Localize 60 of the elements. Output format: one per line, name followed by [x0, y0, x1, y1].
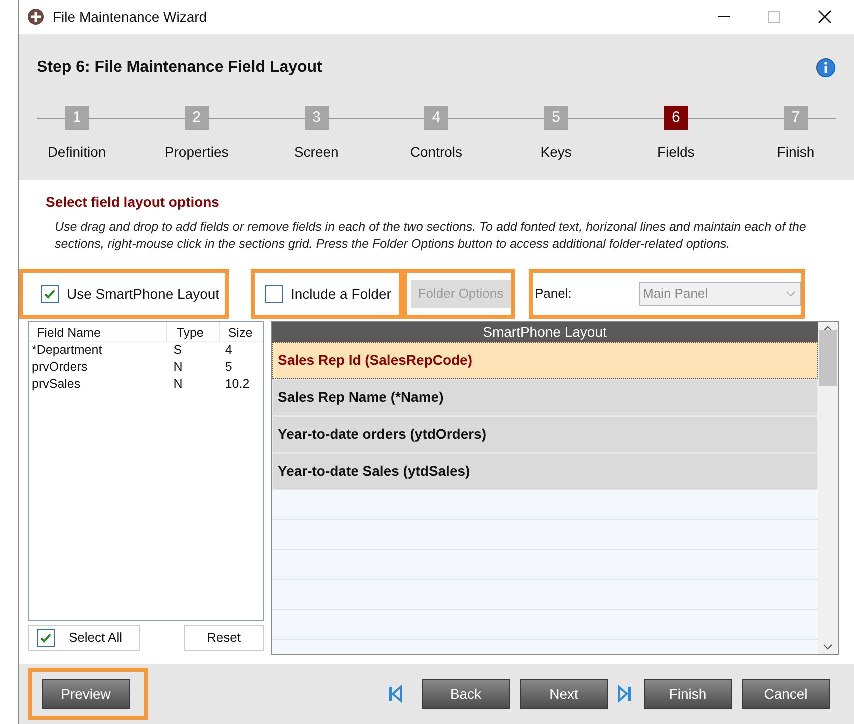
layout-row[interactable]: Sales Rep Id (SalesRepCode) [272, 342, 818, 379]
table-cell-text: *Department [31, 342, 104, 359]
step-number: 2 [184, 106, 209, 130]
column-header[interactable]: Field Name [29, 322, 166, 341]
scroll-down-icon[interactable] [823, 644, 833, 650]
step-title: Step 6: File Maintenance Field Layout [37, 58, 322, 78]
step-number: 4 [424, 106, 448, 130]
section-description: Use drag and drop to add fields or remove fields in each of the two sections. To add fonted text, horizonal lines and maintain each of the sections, right-mouse click in the sections grid. Press the Folder Options button to access additional folder-related options. [55, 219, 808, 253]
scroll-up-icon[interactable] [823, 326, 833, 332]
step-number: 1 [65, 106, 89, 130]
step-label: Controls [410, 143, 463, 162]
grid-title: SmartPhone Layout [272, 322, 818, 342]
skip-to-end-icon[interactable] [618, 685, 632, 703]
step-number: 3 [304, 106, 329, 130]
column-header[interactable]: Type [166, 322, 220, 341]
panel-label: Panel: [535, 285, 573, 304]
checkmark-icon [44, 288, 56, 300]
back-button[interactable]: Back [422, 679, 510, 709]
step-label: Screen [294, 143, 339, 162]
close-icon[interactable] [818, 10, 832, 24]
step-label: Properties [164, 143, 229, 162]
smartphone-checkbox[interactable] [41, 285, 59, 303]
select-all-button[interactable]: Select All [28, 625, 140, 651]
preview-button[interactable]: Preview [42, 679, 130, 709]
step-label: Fields [657, 143, 695, 162]
section-title: Select field layout options [46, 193, 220, 212]
table-cell-text: 4 [224, 342, 234, 359]
table-cell-text: prvSales [31, 376, 82, 393]
checkbox-label: Include a Folder [291, 284, 392, 304]
column-header[interactable]: Size [219, 322, 263, 341]
table-cell-text: S [172, 342, 184, 359]
folder-checkbox[interactable] [265, 285, 283, 303]
table-cell-text: prvOrders [31, 359, 89, 376]
app-icon [27, 8, 45, 26]
table-cell-text: N [172, 359, 184, 376]
layout-row[interactable]: Sales Rep Name (*Name) [272, 379, 818, 416]
checkmark-icon [40, 632, 52, 644]
scroll-thumb[interactable] [819, 330, 837, 386]
step-number: 5 [544, 106, 568, 130]
table-cell-text: 5 [224, 359, 234, 376]
step-label: Finish [777, 143, 815, 162]
layout-row[interactable]: Year-to-date Sales (ytdSales) [272, 453, 818, 490]
info-icon[interactable] [816, 58, 836, 78]
scrollbar[interactable] [818, 322, 838, 654]
step-label: Keys [540, 143, 572, 162]
layout-row[interactable]: Year-to-date orders (ytdOrders) [272, 416, 818, 453]
window-title: File Maintenance Wizard [53, 8, 208, 26]
finish-button[interactable]: Finish [644, 679, 732, 709]
cancel-button[interactable]: Cancel [742, 679, 830, 709]
reset-button[interactable]: Reset [184, 625, 264, 651]
table-cell-text: N [172, 376, 184, 393]
step-number: 6 [664, 106, 688, 130]
chevron-down-icon [786, 291, 796, 297]
step-label: Definition [48, 143, 106, 162]
skip-to-start-icon[interactable] [388, 685, 402, 703]
next-button[interactable]: Next [520, 679, 608, 709]
step-number: 7 [784, 106, 808, 130]
select-all-checkbox[interactable] [37, 629, 55, 647]
table-cell-text: 10.2 [224, 376, 251, 393]
checkbox-label: Use SmartPhone Layout [67, 284, 220, 304]
